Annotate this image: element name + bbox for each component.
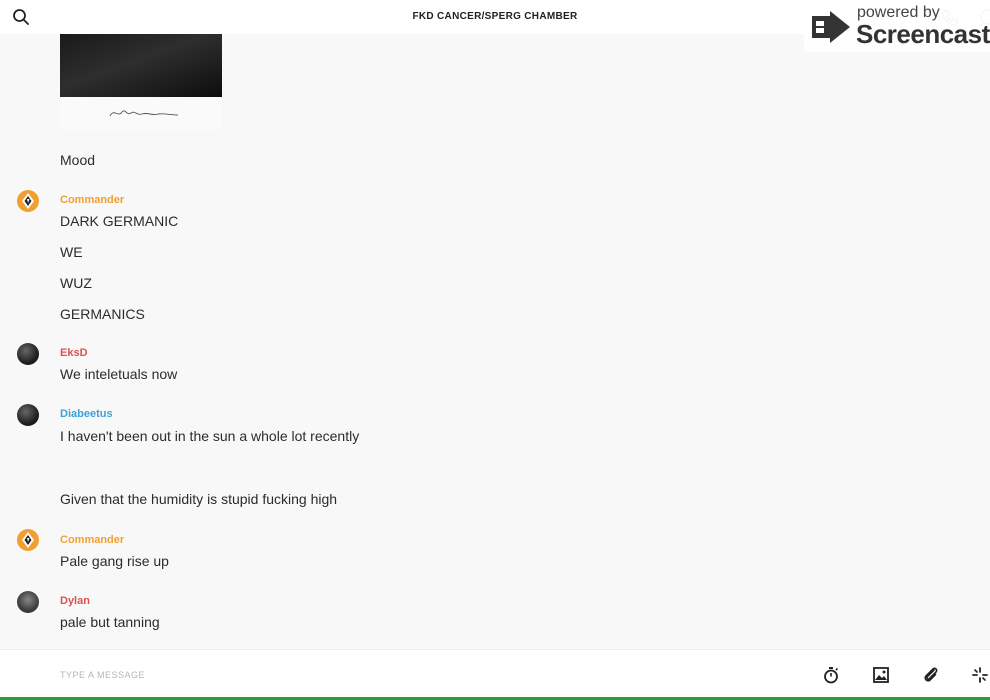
avatar-commander[interactable] [17, 529, 39, 551]
timer-icon[interactable] [821, 665, 841, 685]
attachment-caption: Mood [60, 152, 96, 168]
message-text: I haven't been out in the sun a whole lo… [60, 428, 360, 444]
message-text: We inteletuals now [60, 366, 178, 382]
avatar-eksd[interactable] [17, 343, 39, 365]
avatar-commander[interactable] [17, 190, 39, 212]
screencastify-logo-icon [812, 11, 850, 43]
screencastify-watermark: powered by Screencastify [804, 0, 990, 52]
avatar-diabeetus[interactable] [17, 404, 39, 426]
message-text: WUZ [60, 275, 92, 291]
message-text: Pale gang rise up [60, 553, 169, 569]
message-sender[interactable]: Dylan [60, 595, 90, 607]
paperclip-icon[interactable] [921, 665, 941, 685]
handwritten-signature [109, 110, 179, 117]
message-composer [0, 649, 990, 700]
sparkle-icon[interactable] [970, 665, 990, 685]
message-sender[interactable]: Commander [60, 534, 124, 546]
message-sender[interactable]: Commander [60, 194, 124, 206]
attachment-photo [60, 34, 222, 97]
message-text: DARK GERMANIC [60, 213, 179, 229]
message-input[interactable] [60, 664, 660, 686]
message-sender[interactable]: EksD [60, 347, 88, 359]
message-sender[interactable]: Diabeetus [60, 408, 113, 420]
message-text: Given that the humidity is stupid fuckin… [60, 491, 338, 507]
avatar-dylan[interactable] [17, 591, 39, 613]
avatar-emblem-icon [22, 193, 34, 209]
watermark-brand-text: Screencastify [856, 19, 990, 49]
avatar-emblem-icon [22, 532, 34, 548]
image-attachment[interactable] [60, 34, 222, 130]
message-text: GERMANICS [60, 306, 145, 322]
image-icon[interactable] [871, 665, 891, 685]
message-text: WE [60, 244, 83, 260]
message-text: pale but tanning [60, 614, 160, 630]
